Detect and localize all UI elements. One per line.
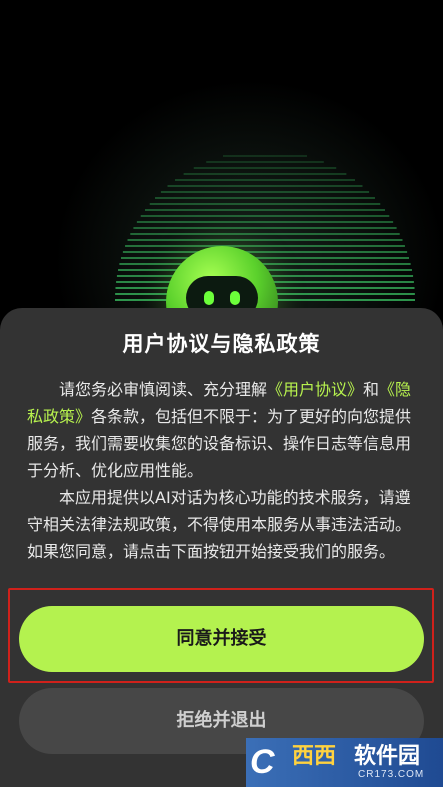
highlight-annotation [8, 588, 434, 683]
paragraph-1: 请您务必审慎阅读、充分理解《用户协议》和《隐私政策》各条款，包括但不限于：为了更… [27, 376, 417, 484]
watermark-logo: C [250, 743, 275, 781]
paragraph-1-intro: 请您务必审慎阅读、充分理解 [59, 380, 268, 399]
user-agreement-link[interactable]: 《用户协议》 [267, 380, 363, 399]
watermark: C 西西 软件园 CR173.COM [246, 738, 443, 787]
mascot-eye-left [204, 291, 214, 305]
watermark-name: 软件园 [354, 743, 421, 768]
and-text: 和 [363, 380, 380, 399]
dialog-body: 请您务必审慎阅读、充分理解《用户协议》和《隐私政策》各条款，包括但不限于：为了更… [27, 376, 417, 565]
watermark-brand: 西西 [292, 743, 337, 768]
mascot-eye-right [230, 291, 240, 305]
paragraph-2: 本应用提供以AI对话为核心功能的技术服务，请遵守相关法律法规政策，不得使用本服务… [27, 488, 412, 561]
watermark-url: CR173.COM [358, 769, 425, 780]
dialog-title: 用户协议与隐私政策 [122, 332, 321, 356]
